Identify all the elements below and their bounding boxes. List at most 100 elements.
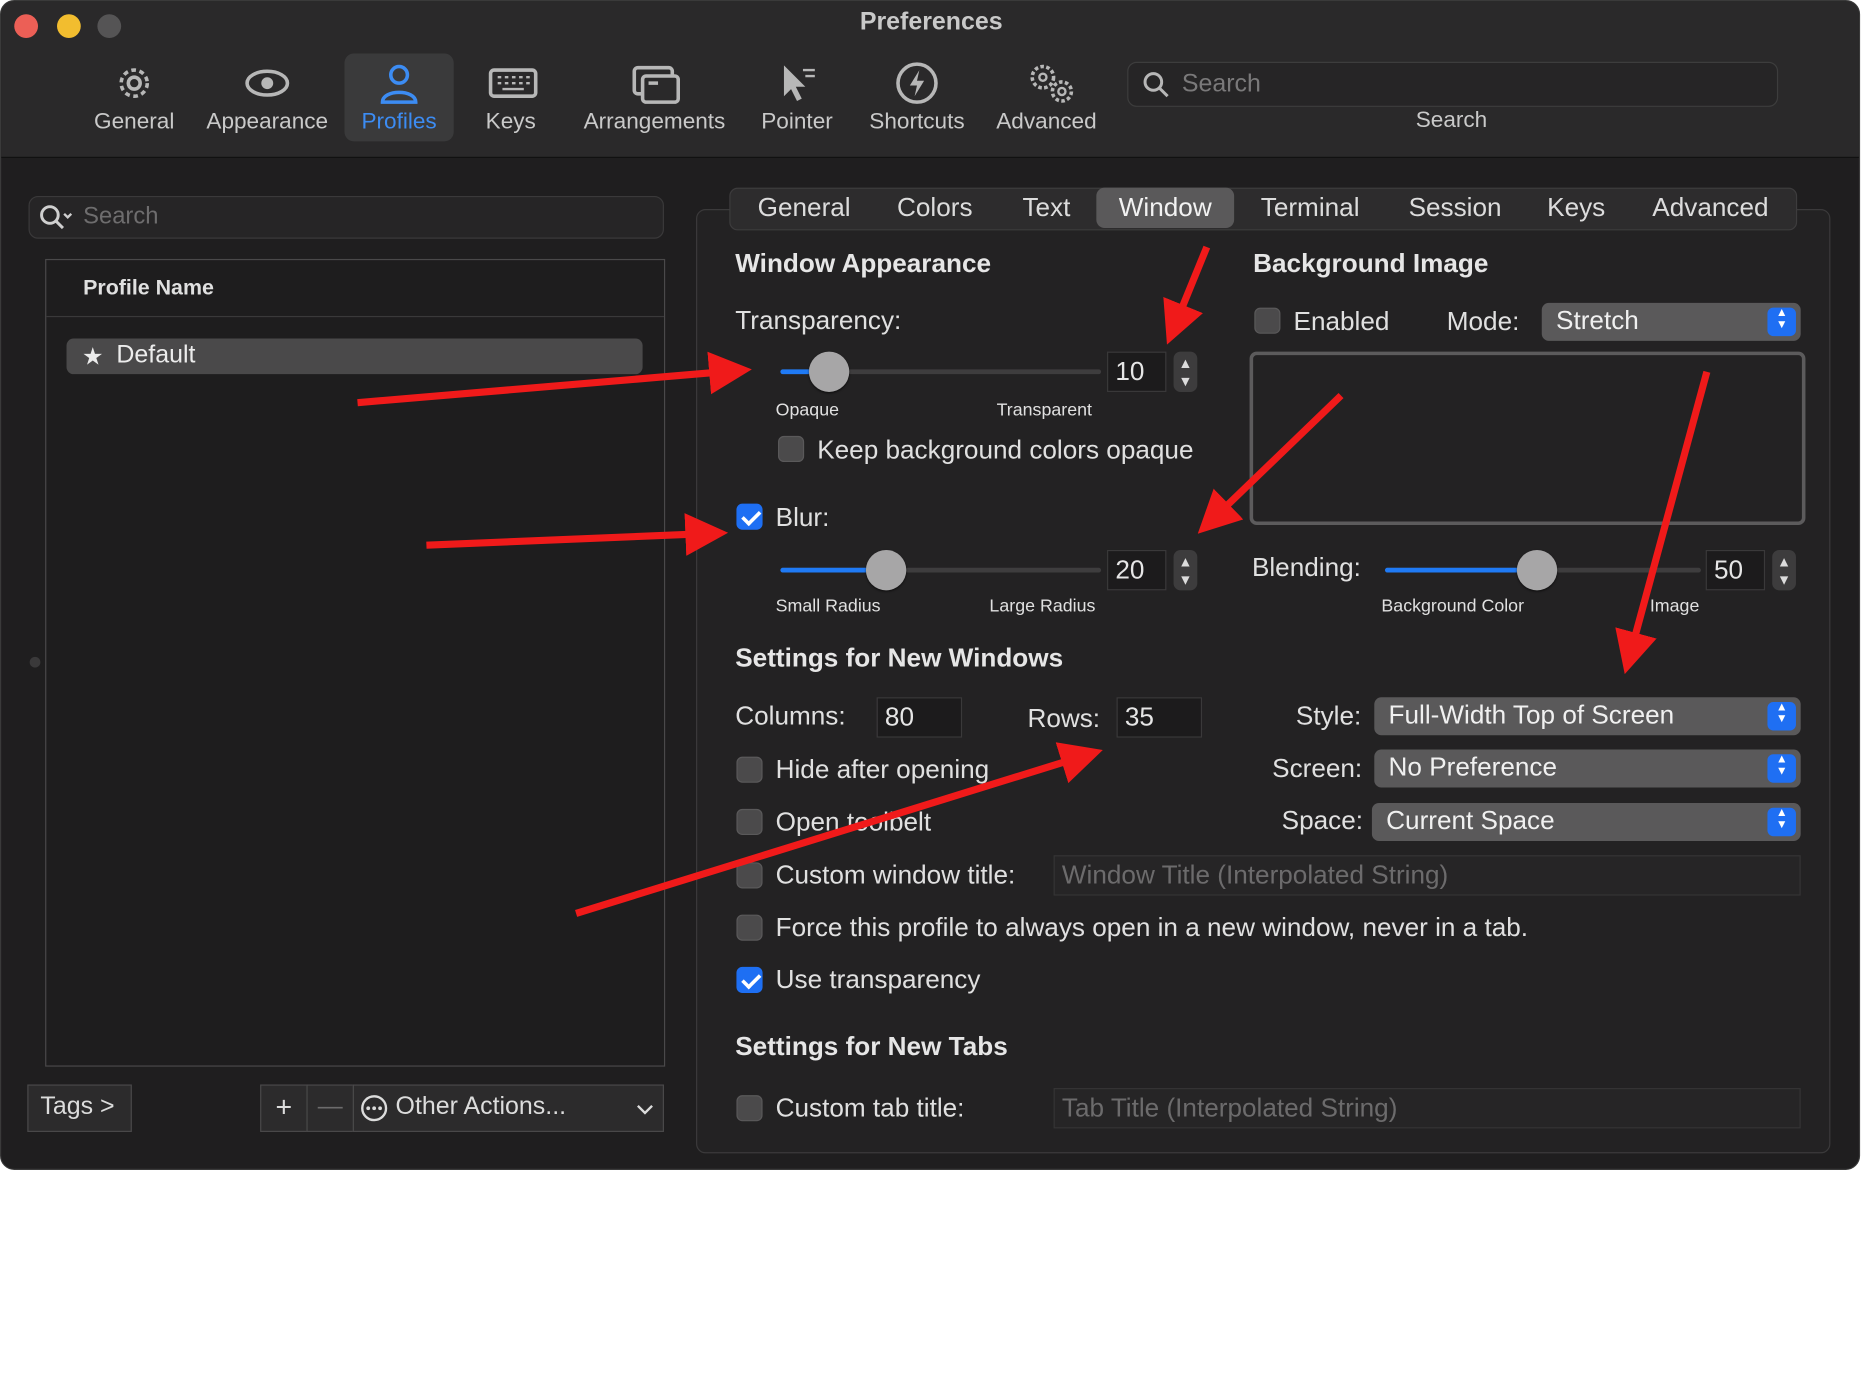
search-icon (40, 205, 73, 230)
stepper-up-icon[interactable]: ▲ (1174, 356, 1198, 370)
gears-icon (1030, 64, 1074, 103)
keep-bg-opaque-checkbox[interactable] (778, 435, 805, 463)
profile-row-default[interactable]: ★ Default (66, 338, 643, 375)
hide-after-opening-label: Hide after opening (775, 754, 990, 784)
transparency-label: Transparency: (735, 305, 902, 335)
space-value: Current Space (1386, 805, 1555, 836)
screen-popup[interactable]: No Preference ▲ ▼ (1374, 749, 1801, 788)
pointer-icon (783, 65, 815, 101)
tags-button[interactable]: Tags > (27, 1084, 132, 1132)
bg-image-enabled-checkbox[interactable] (1254, 307, 1281, 334)
blending-slider-knob[interactable] (1516, 549, 1557, 591)
tab-window[interactable]: Window (1096, 187, 1235, 229)
toolbar-profiles[interactable]: Profiles (344, 53, 454, 142)
blur-min-label: Small Radius (775, 596, 881, 617)
transparency-value-field[interactable]: 10 (1107, 351, 1167, 392)
profile-list-header[interactable]: Profile Name (46, 260, 664, 318)
tab-colors[interactable]: Colors (878, 188, 992, 228)
toolbar: Preferences General Appearance Profiles … (1, 1, 1859, 158)
columns-label: Columns: (735, 700, 846, 731)
custom-window-title-checkbox[interactable] (736, 862, 763, 889)
stepper-up-icon[interactable]: ▲ (1772, 555, 1796, 569)
custom-window-title-input[interactable]: Window Title (Interpolated String) (1053, 855, 1801, 896)
preferences-window: Preferences General Appearance Profiles … (0, 0, 1861, 1170)
blur-value-field[interactable]: 20 (1107, 549, 1167, 591)
stepper-down-icon[interactable]: ▼ (1772, 573, 1796, 587)
toolbar-appearance-label: Appearance (206, 109, 329, 135)
blending-value-field[interactable]: 50 (1705, 549, 1766, 591)
remove-profile-button[interactable]: — (306, 1084, 354, 1132)
updown-chevron-icon: ▲ ▼ (1767, 701, 1796, 731)
toolbar-search-input[interactable]: Search (1127, 61, 1779, 107)
tab-terminal[interactable]: Terminal (1241, 188, 1379, 228)
blending-max-label: Image (1649, 596, 1700, 617)
tab-session[interactable]: Session (1391, 188, 1519, 228)
gear-icon (119, 68, 150, 98)
rows-field[interactable]: 35 (1116, 697, 1203, 738)
use-transparency-checkbox[interactable] (736, 966, 763, 994)
updown-chevron-icon: ▲ ▼ (1767, 307, 1796, 337)
transparency-min-label: Opaque (775, 400, 840, 421)
other-actions-menu[interactable]: Other Actions... (352, 1084, 664, 1132)
force-new-window-checkbox[interactable] (736, 914, 763, 941)
blur-label: Blur: (775, 502, 830, 533)
space-popup[interactable]: Current Space ▲ ▼ (1371, 802, 1801, 841)
toolbar-advanced[interactable]: Advanced (989, 53, 1103, 141)
toolbar-general[interactable]: General (88, 53, 181, 141)
new-windows-heading: Settings for New Windows (735, 642, 1064, 673)
rows-label: Rows: (1027, 703, 1101, 733)
hide-after-opening-checkbox[interactable] (736, 756, 763, 783)
blending-stepper[interactable]: ▲ ▼ (1772, 549, 1796, 591)
add-profile-button[interactable]: + (260, 1084, 308, 1132)
toolbar-pointer[interactable]: Pointer (754, 53, 840, 141)
custom-tab-title-checkbox[interactable] (736, 1095, 763, 1122)
keep-bg-opaque-label: Keep background colors opaque (817, 434, 1194, 465)
keyboard-icon (488, 68, 538, 98)
person-icon (380, 64, 418, 104)
blending-slider[interactable] (1384, 549, 1701, 591)
mode-value: Stretch (1556, 305, 1639, 335)
transparency-slider-knob[interactable] (808, 351, 849, 392)
tab-advanced[interactable]: Advanced (1633, 188, 1787, 228)
windows-icon (632, 65, 681, 104)
screen-value: No Preference (1388, 751, 1558, 782)
background-image-well[interactable] (1249, 351, 1806, 526)
blur-checkbox[interactable] (736, 503, 763, 530)
tab-keys[interactable]: Keys (1529, 188, 1624, 228)
window-appearance-heading: Window Appearance (735, 248, 992, 278)
new-tabs-heading: Settings for New Tabs (735, 1031, 1008, 1061)
columns-field[interactable]: 80 (876, 697, 963, 738)
toolbar-shortcuts[interactable]: Shortcuts (861, 53, 973, 141)
toolbar-pointer-label: Pointer (761, 109, 833, 135)
blur-stepper[interactable]: ▲ ▼ (1173, 549, 1198, 591)
blending-slider-fill (1384, 567, 1537, 573)
transparency-max-label: Transparent (996, 400, 1092, 421)
custom-tab-title-label: Custom tab title: (775, 1092, 965, 1123)
splitter-handle[interactable] (29, 656, 41, 668)
blur-slider[interactable] (780, 549, 1102, 591)
use-transparency-label: Use transparency (775, 964, 981, 995)
toolbar-keys[interactable]: Keys (469, 53, 552, 141)
open-toolbelt-checkbox[interactable] (736, 808, 763, 836)
stepper-up-icon[interactable]: ▲ (1174, 555, 1198, 569)
stepper-down-icon[interactable]: ▼ (1174, 374, 1198, 388)
stepper-down-icon[interactable]: ▼ (1174, 573, 1198, 587)
updown-chevron-icon: ▲ ▼ (1767, 807, 1796, 837)
tab-text[interactable]: Text (1001, 188, 1091, 228)
transparency-stepper[interactable]: ▲ ▼ (1173, 351, 1198, 392)
toolbar-appearance[interactable]: Appearance (198, 53, 336, 141)
tab-general[interactable]: General (740, 188, 868, 228)
screen-label: Screen: (1272, 753, 1363, 783)
custom-tab-title-input[interactable]: Tab Title (Interpolated String) (1053, 1088, 1801, 1129)
blur-slider-knob[interactable] (866, 549, 907, 591)
bg-image-enabled-label: Enabled (1293, 306, 1390, 337)
profile-search-input[interactable]: Search (28, 195, 664, 239)
open-toolbelt-label: Open toolbelt (775, 806, 932, 837)
style-popup[interactable]: Full-Width Top of Screen ▲ ▼ (1374, 697, 1801, 736)
mode-popup[interactable]: Stretch ▲ ▼ (1541, 302, 1801, 341)
custom-window-title-label: Custom window title: (775, 859, 1016, 890)
mode-label: Mode: (1446, 306, 1520, 337)
transparency-slider[interactable] (780, 351, 1102, 392)
toolbar-arrangements[interactable]: Arrangements (576, 53, 733, 141)
profile-name-column: Profile Name (83, 275, 214, 300)
